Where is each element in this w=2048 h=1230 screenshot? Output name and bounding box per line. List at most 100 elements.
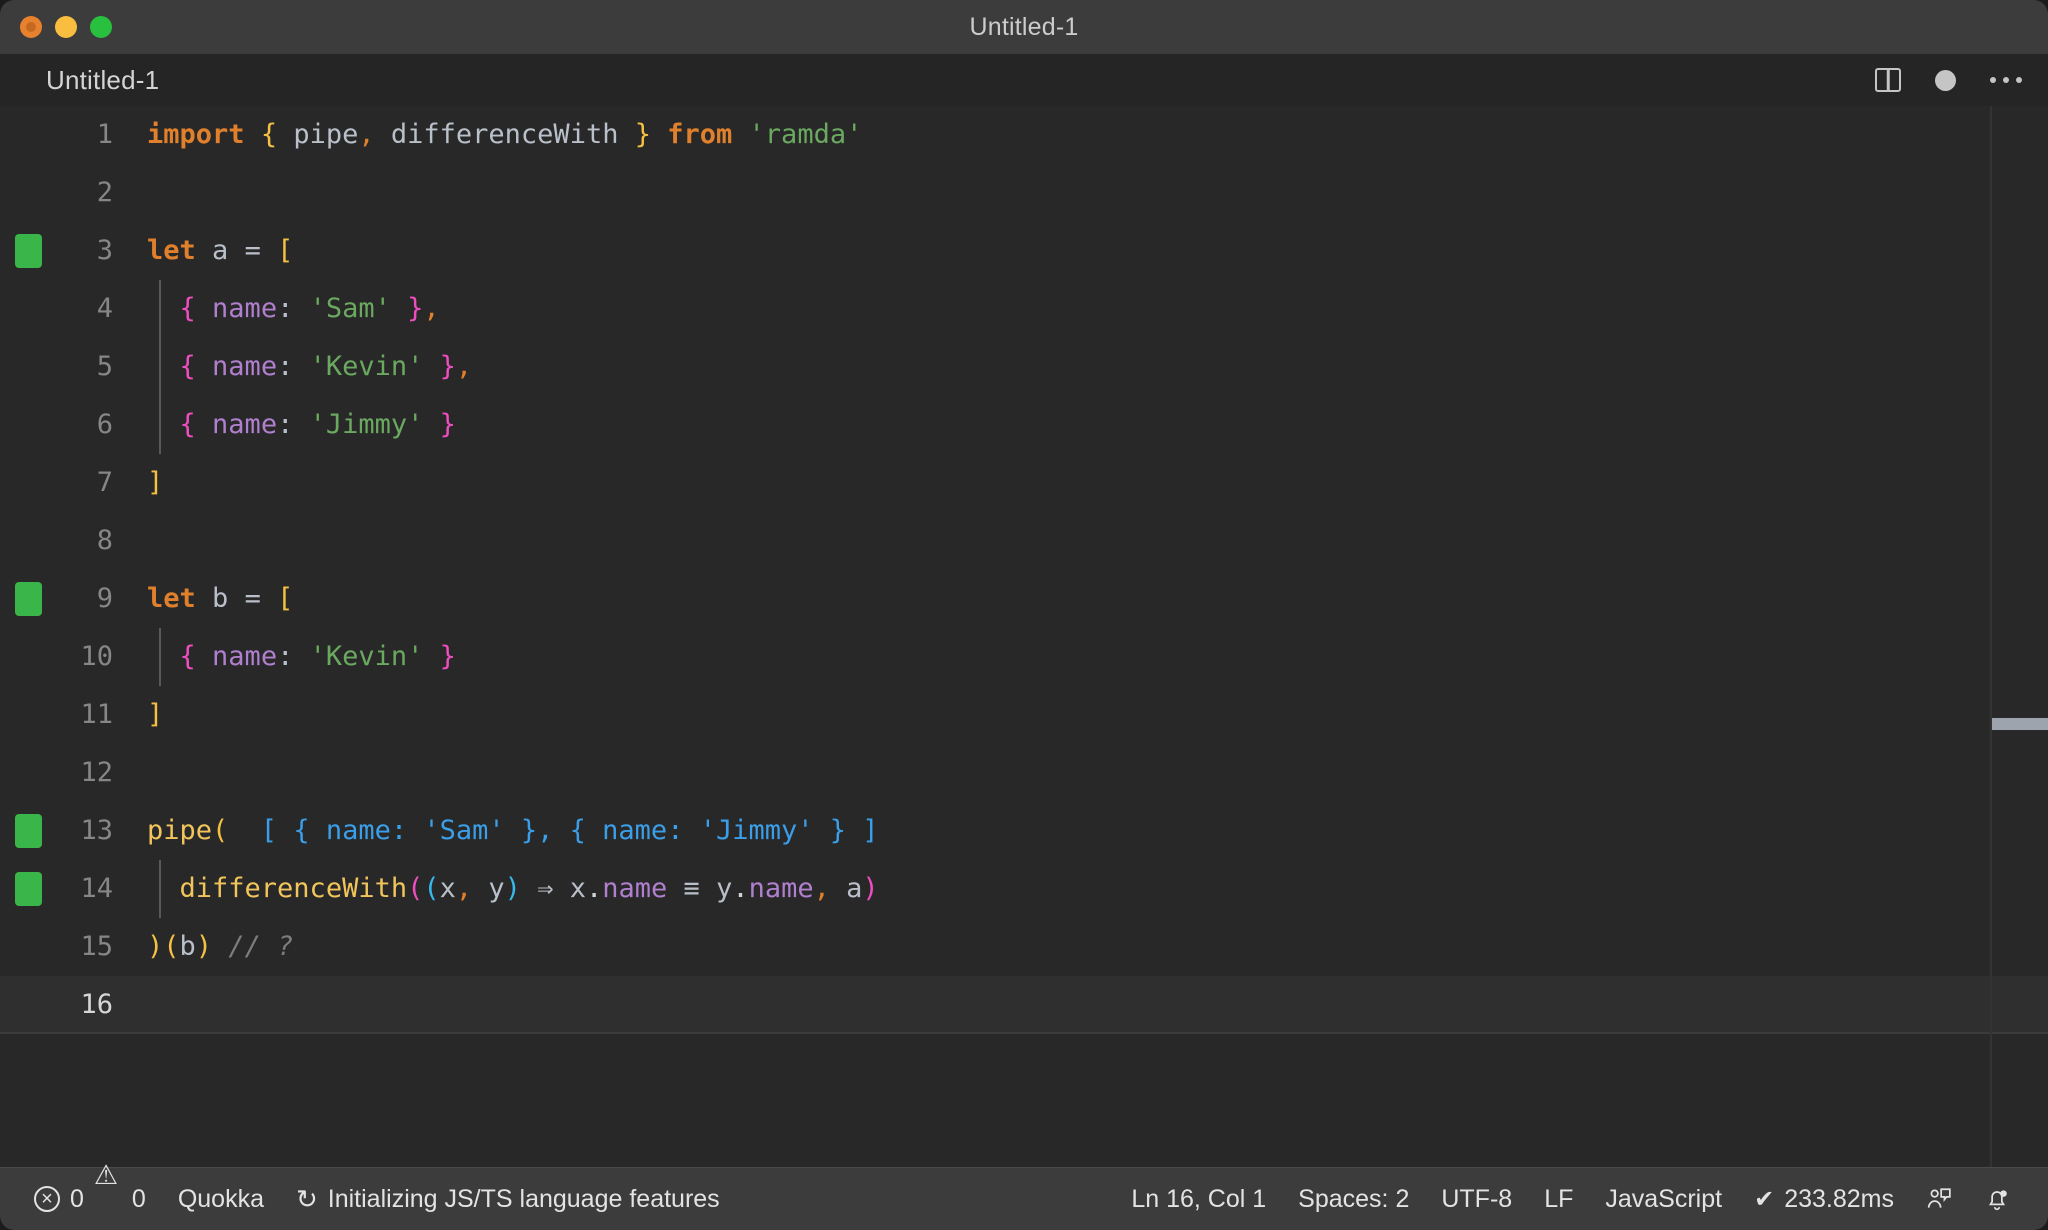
code-text: ] <box>135 454 163 512</box>
eol-setting[interactable]: LF <box>1528 1168 1589 1230</box>
code-editor[interactable]: 1 import { pipe, differenceWith } from 'r… <box>0 106 2048 1167</box>
indentation-setting[interactable]: Spaces: 2 <box>1282 1168 1425 1230</box>
quokka-gutter-marker[interactable] <box>15 814 42 848</box>
encoding-setting[interactable]: UTF-8 <box>1425 1168 1528 1230</box>
code-token: { <box>179 409 196 440</box>
language-mode[interactable]: JavaScript <box>1589 1168 1738 1230</box>
code-line[interactable]: 9 let b = [ <box>0 570 2048 628</box>
code-line[interactable]: 4 { name: 'Sam' }, <box>0 280 2048 338</box>
feedback-button[interactable] <box>1910 1168 1968 1230</box>
code-token: name <box>212 351 278 382</box>
code-token: name <box>212 409 278 440</box>
error-count: 0 <box>70 1184 84 1213</box>
code-token: ( <box>163 931 180 962</box>
tab-untitled-1[interactable]: Untitled-1 <box>46 65 159 96</box>
minimize-window-button[interactable] <box>55 16 77 38</box>
feedback-person-icon <box>1926 1186 1952 1212</box>
status-bar: 0 0 Quokka ↻ Initializing JS/TS language… <box>0 1162 2048 1230</box>
code-token: ] <box>147 467 164 498</box>
code-text: { name: 'Kevin' }, <box>135 338 473 396</box>
code-token: let <box>147 583 196 614</box>
line-number: 1 <box>96 119 113 150</box>
more-actions-button[interactable] <box>1990 77 2022 83</box>
scrollbar-thumb[interactable] <box>1992 718 2048 730</box>
background-task-status[interactable]: ↻ Initializing JS/TS language features <box>280 1168 736 1230</box>
runtime-label: 233.82ms <box>1784 1184 1894 1213</box>
line-number: 12 <box>80 757 113 788</box>
code-token: 'Kevin' <box>309 641 424 672</box>
run-time-status[interactable]: ✔ 233.82ms <box>1738 1168 1910 1230</box>
line-number: 4 <box>96 293 113 324</box>
code-line[interactable]: 16 <box>0 976 2048 1034</box>
unsaved-changes-indicator[interactable] <box>1935 69 1956 91</box>
code-line[interactable]: 8 <box>0 512 2048 570</box>
code-token: , <box>455 873 473 904</box>
line-number: 11 <box>80 699 113 730</box>
code-line[interactable]: 10 { name: 'Kevin' } <box>0 628 2048 686</box>
cursor-position[interactable]: Ln 16, Col 1 <box>1127 1168 1282 1230</box>
code-text: )(b) // ? <box>135 918 293 976</box>
maximize-window-button[interactable] <box>90 16 112 38</box>
code-token: [ <box>277 235 294 266</box>
code-line[interactable]: 2 <box>0 164 2048 222</box>
quokka-gutter-marker[interactable] <box>15 582 42 616</box>
code-token: ) <box>195 931 213 962</box>
code-token: name <box>212 293 278 324</box>
code-line[interactable]: 3 let a = [ <box>0 222 2048 280</box>
task-label: Initializing JS/TS language features <box>327 1184 720 1213</box>
code-token: } <box>439 351 456 382</box>
notifications-button[interactable] <box>1968 1168 2026 1230</box>
code-token: : <box>277 409 310 440</box>
line-number: 15 <box>80 931 113 962</box>
close-window-button[interactable] <box>20 16 42 38</box>
code-token: b <box>195 583 245 614</box>
line-number: 6 <box>96 409 113 440</box>
code-line[interactable]: 11] <box>0 686 2048 744</box>
code-token: let <box>147 235 196 266</box>
code-token: = <box>244 583 261 614</box>
status-bar-left: 0 0 Quokka ↻ Initializing JS/TS language… <box>30 1162 736 1230</box>
split-editor-button[interactable] <box>1875 68 1901 92</box>
code-line[interactable]: 6 { name: 'Jimmy' } <box>0 396 2048 454</box>
quokka-gutter-marker[interactable] <box>15 872 42 906</box>
quokka-status[interactable]: Quokka <box>162 1168 280 1230</box>
code-token: { <box>179 293 196 324</box>
code-token: , <box>455 351 473 382</box>
problems-status[interactable]: 0 0 <box>30 1162 162 1230</box>
code-line[interactable]: 7] <box>0 454 2048 512</box>
warning-icon <box>94 1162 122 1211</box>
eol-label: LF <box>1544 1184 1574 1213</box>
code-line[interactable]: 15)(b) // ? <box>0 918 2048 976</box>
code-token: . <box>585 873 603 904</box>
code-token: y <box>716 873 733 904</box>
code-lines[interactable]: 1 import { pipe, differenceWith } from 'r… <box>0 106 2048 1167</box>
code-text: { name: 'Jimmy' } <box>135 396 456 454</box>
window-title-bar: Untitled-1 <box>0 0 2048 54</box>
code-token: , <box>423 293 440 324</box>
code-line[interactable]: 5 { name: 'Kevin' }, <box>0 338 2048 396</box>
line-number: 8 <box>96 525 113 556</box>
ellipsis-icon <box>1990 77 2022 83</box>
quokka-label: Quokka <box>177 1184 264 1213</box>
code-token: ( <box>407 873 424 904</box>
quokka-gutter-marker[interactable] <box>15 234 42 268</box>
line-number: 10 <box>80 641 113 672</box>
code-token: x <box>439 873 456 904</box>
encoding-label: UTF-8 <box>1441 1184 1513 1213</box>
code-line[interactable]: 14 differenceWith((x, y) ⇒ x.name ≡ y.na… <box>0 860 2048 918</box>
indent-guide <box>159 628 161 686</box>
code-token: y <box>472 873 505 904</box>
editor-window: Untitled-1 Untitled-1 1 import { pipe, di… <box>0 0 2048 1230</box>
code-line[interactable]: 1 import { pipe, differenceWith } from 'r… <box>0 106 2048 164</box>
minimap-separator <box>1990 106 1992 1167</box>
code-token: , <box>813 873 830 904</box>
code-line[interactable]: 12 <box>0 744 2048 802</box>
code-line[interactable]: 13 pipe( [ { name: 'Sam' }, { name: 'Jimm… <box>0 802 2048 860</box>
